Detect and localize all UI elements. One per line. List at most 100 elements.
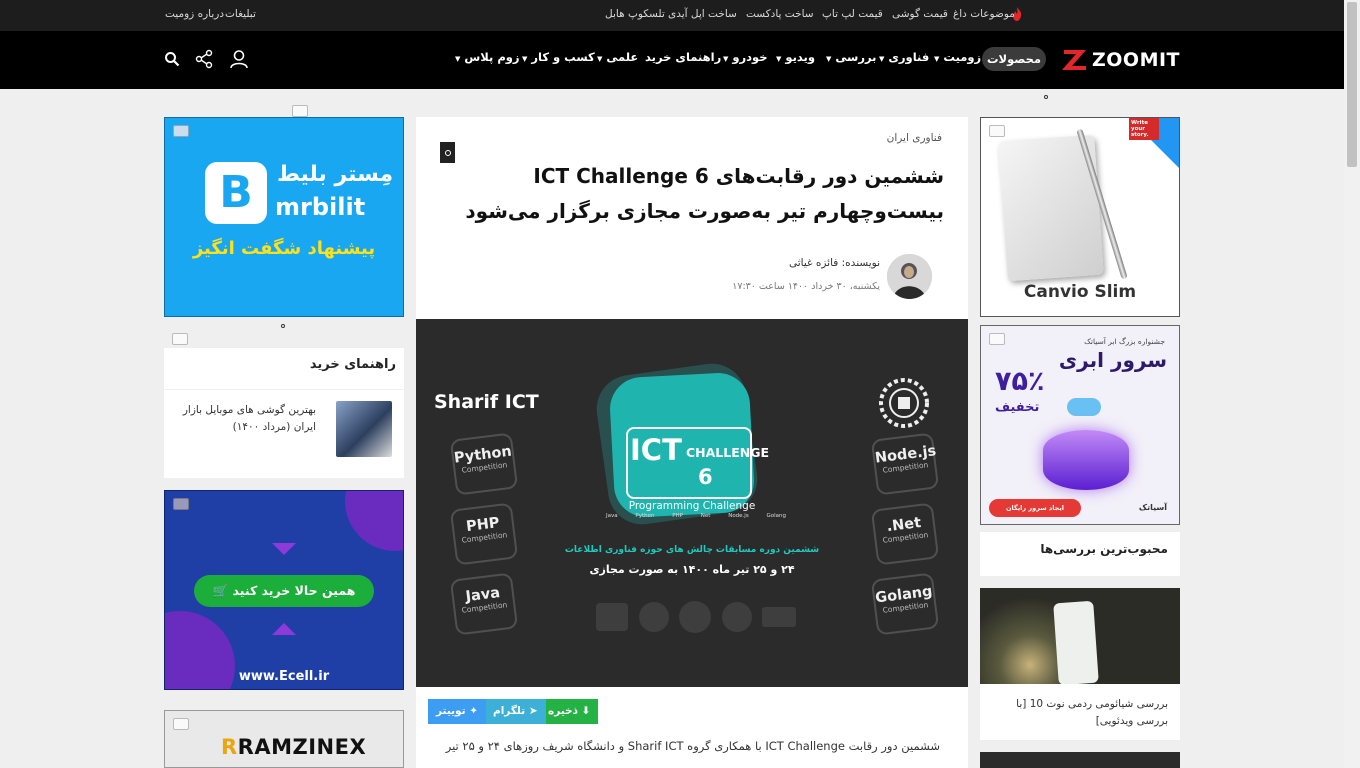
- hero-lang: Python: [635, 513, 655, 519]
- chevron-down-icon: ▼: [522, 55, 528, 63]
- page-scrollbar[interactable]: [1344, 0, 1360, 768]
- nav-item-label: خودرو: [732, 50, 768, 64]
- popular-review-item-next[interactable]: [980, 752, 1180, 768]
- ad-discount: تخفیف: [995, 400, 1040, 415]
- hero-competition-badge: .Net Competition: [870, 502, 940, 566]
- hero-ict: ICT: [630, 433, 682, 467]
- phone-image: [1053, 600, 1099, 684]
- carousel-dot[interactable]: [1044, 95, 1048, 99]
- button-label: توییتر: [436, 705, 466, 717]
- nav-item-label: بررسی: [835, 50, 877, 64]
- chevron-down-icon: ▼: [776, 55, 782, 63]
- ad-checkbox[interactable]: [989, 125, 1005, 137]
- nav-item-video[interactable]: ویدیو▼: [776, 50, 815, 64]
- hero-brand-text: Sharif ICT: [434, 391, 539, 413]
- twitter-share-button[interactable]: ✦ توییتر: [428, 699, 487, 724]
- hero-number: 6: [698, 465, 713, 489]
- nav-item-label: فناوری: [888, 50, 930, 64]
- ad-checkbox[interactable]: [173, 718, 189, 730]
- guide-item-title[interactable]: بهترین گوشی های موبایل بازار ایران (مردا…: [176, 402, 316, 436]
- zoomit-logo[interactable]: ZOOMIT: [1062, 48, 1182, 72]
- review-thumbnail[interactable]: [980, 588, 1180, 684]
- chevron-down-icon: ▼: [597, 55, 603, 63]
- topbar-link-ads[interactable]: تبلیغات: [225, 8, 256, 20]
- widget-title: راهنمای خرید: [309, 357, 396, 372]
- cloud-icon: [1067, 398, 1101, 416]
- topbar-link-hubble[interactable]: تلسکوپ هابل: [605, 8, 665, 20]
- ad-percent: ۷۵٪: [995, 366, 1045, 397]
- ad-mrbilit[interactable]: B مِستر بلیط mrbilit پیشنهاد شگفت انگیز: [164, 117, 404, 317]
- download-icon: ⬇: [581, 705, 591, 717]
- nav-item-zoomit[interactable]: زومیت▼: [934, 50, 981, 64]
- ad-slogan: پیشنهاد شگفت انگیز: [192, 238, 376, 259]
- mrbilit-logo-icon: B: [205, 162, 267, 224]
- ad-canvio[interactable]: Write your story. Canvio Slim: [980, 117, 1180, 317]
- ad-cta-button[interactable]: ایجاد سرور رایگان: [989, 499, 1081, 517]
- decor-circle: [345, 491, 403, 551]
- ad-checkbox[interactable]: [173, 125, 189, 137]
- ad-asiatech[interactable]: جشنواره بزرگ ابر آسیاتک سرور ابری ۷۵٪ تخ…: [980, 325, 1180, 525]
- nav-item-car[interactable]: خودرو▼: [723, 50, 768, 64]
- nav-item-buying-guide[interactable]: راهنمای خرید: [645, 50, 721, 64]
- nav-item-label: زوم پلاس: [464, 50, 520, 64]
- ad-brand-asiatech: آسیاتک: [1138, 503, 1167, 512]
- main-nav: ZOOMIT محصولات زومیت▼ فناوری▼ بررسی▼ وید…: [0, 31, 1344, 89]
- nav-item-label: ویدیو: [785, 50, 816, 64]
- hero-challenge-word: CHALLENGE: [686, 445, 770, 460]
- ad-checkbox[interactable]: [173, 498, 189, 510]
- guide-thumbnail[interactable]: [336, 401, 392, 457]
- ad-ramzinex[interactable]: RRAMZINEX: [164, 710, 404, 768]
- article-category[interactable]: فناوری ایران: [887, 132, 942, 144]
- article-author[interactable]: نویسنده: فائزه غیاثی: [789, 257, 880, 269]
- hero-competition-badge: Golang Competition: [870, 572, 940, 636]
- hero-competition-badge: Node.js Competition: [870, 432, 940, 496]
- save-button[interactable]: ⬇ ذخیره: [540, 699, 599, 724]
- nav-item-science[interactable]: علمی▼: [597, 50, 638, 64]
- ad-checkbox[interactable]: [172, 333, 188, 345]
- logo-text: ZOOMIT: [1092, 49, 1181, 71]
- ad-ecell[interactable]: همین حالا خرید کنید 🛒 www.Ecell.ir: [164, 490, 404, 690]
- sharif-university-logo-icon: [879, 378, 929, 428]
- nav-item-review[interactable]: بررسی▼: [826, 50, 876, 64]
- buying-guide-widget: راهنمای خرید بهترین گوشی های موبایل بازا…: [164, 348, 404, 478]
- sponsor-logo-icon: [721, 602, 752, 632]
- nav-item-technology[interactable]: فناوری▼: [879, 50, 929, 64]
- nav-item-business[interactable]: کسب و کار▼: [522, 50, 595, 64]
- hero-brand: Sharif ICT: [434, 391, 539, 413]
- ramzinex-logo-icon: R: [221, 735, 238, 759]
- author-avatar[interactable]: [887, 254, 932, 299]
- hero-competition-badge: Python Competition: [449, 432, 519, 496]
- topbar-link-apple-id[interactable]: ساخت اپل آیدی: [668, 8, 737, 20]
- nav-item-label: علمی: [606, 50, 639, 64]
- ad-brand-en: mrbilit: [275, 193, 366, 221]
- topbar-link-laptop-price[interactable]: قیمت لپ تاپ: [822, 8, 883, 20]
- widget-title: محبوب‌ترین بررسی‌ها: [1040, 542, 1168, 556]
- ad-url: www.Ecell.ir: [238, 669, 330, 684]
- chevron-down-icon: ▼: [455, 55, 461, 63]
- article-lead: ششمین دور رقابت ICT Challenge با همکاری …: [440, 739, 940, 753]
- user-icon[interactable]: [229, 49, 249, 69]
- scrollbar-thumb[interactable]: [1347, 2, 1357, 167]
- hero-lang-list: Java Python PHP Net Node.js Golang: [606, 513, 786, 519]
- topbar-link-podcast[interactable]: ساخت پادکست: [746, 8, 814, 20]
- ad-brand: RRAMZINEX: [221, 735, 366, 759]
- review-title[interactable]: بررسی شیائومی ردمی نوت 10 [با بررسی ویدئ…: [990, 696, 1168, 730]
- search-icon[interactable]: [164, 51, 180, 67]
- carousel-dot[interactable]: [281, 324, 285, 328]
- ad-buy-now-button[interactable]: همین حالا خرید کنید 🛒: [194, 575, 374, 607]
- topbar-link-hot-topics[interactable]: موضوعات داغ: [953, 8, 1015, 20]
- nav-item-zoomplus[interactable]: زوم پلاس▼: [455, 50, 520, 64]
- chevron-down-icon: ▼: [826, 55, 832, 63]
- telegram-share-button[interactable]: ➤ تلگرام: [485, 699, 546, 724]
- ad-checkbox[interactable]: [292, 105, 308, 117]
- twitter-icon: ✦: [469, 705, 479, 717]
- products-button[interactable]: محصولات: [982, 47, 1046, 71]
- popular-review-item[interactable]: بررسی شیائومی ردمی نوت 10 [با بررسی ویدئ…: [980, 588, 1180, 740]
- share-icon[interactable]: [195, 49, 213, 69]
- topbar-link-phone-price[interactable]: قیمت گوشی: [892, 8, 948, 20]
- ad-checkbox[interactable]: [989, 333, 1005, 345]
- sponsor-logo-icon: [638, 602, 669, 632]
- article: فناوری ایران ششمین دور رقابت‌های ICT Cha…: [416, 117, 968, 768]
- topbar-link-about[interactable]: درباره زومیت: [165, 8, 224, 20]
- article-date: یکشنبه، ۳۰ خرداد ۱۴۰۰ ساعت ۱۷:۳۰: [732, 281, 880, 292]
